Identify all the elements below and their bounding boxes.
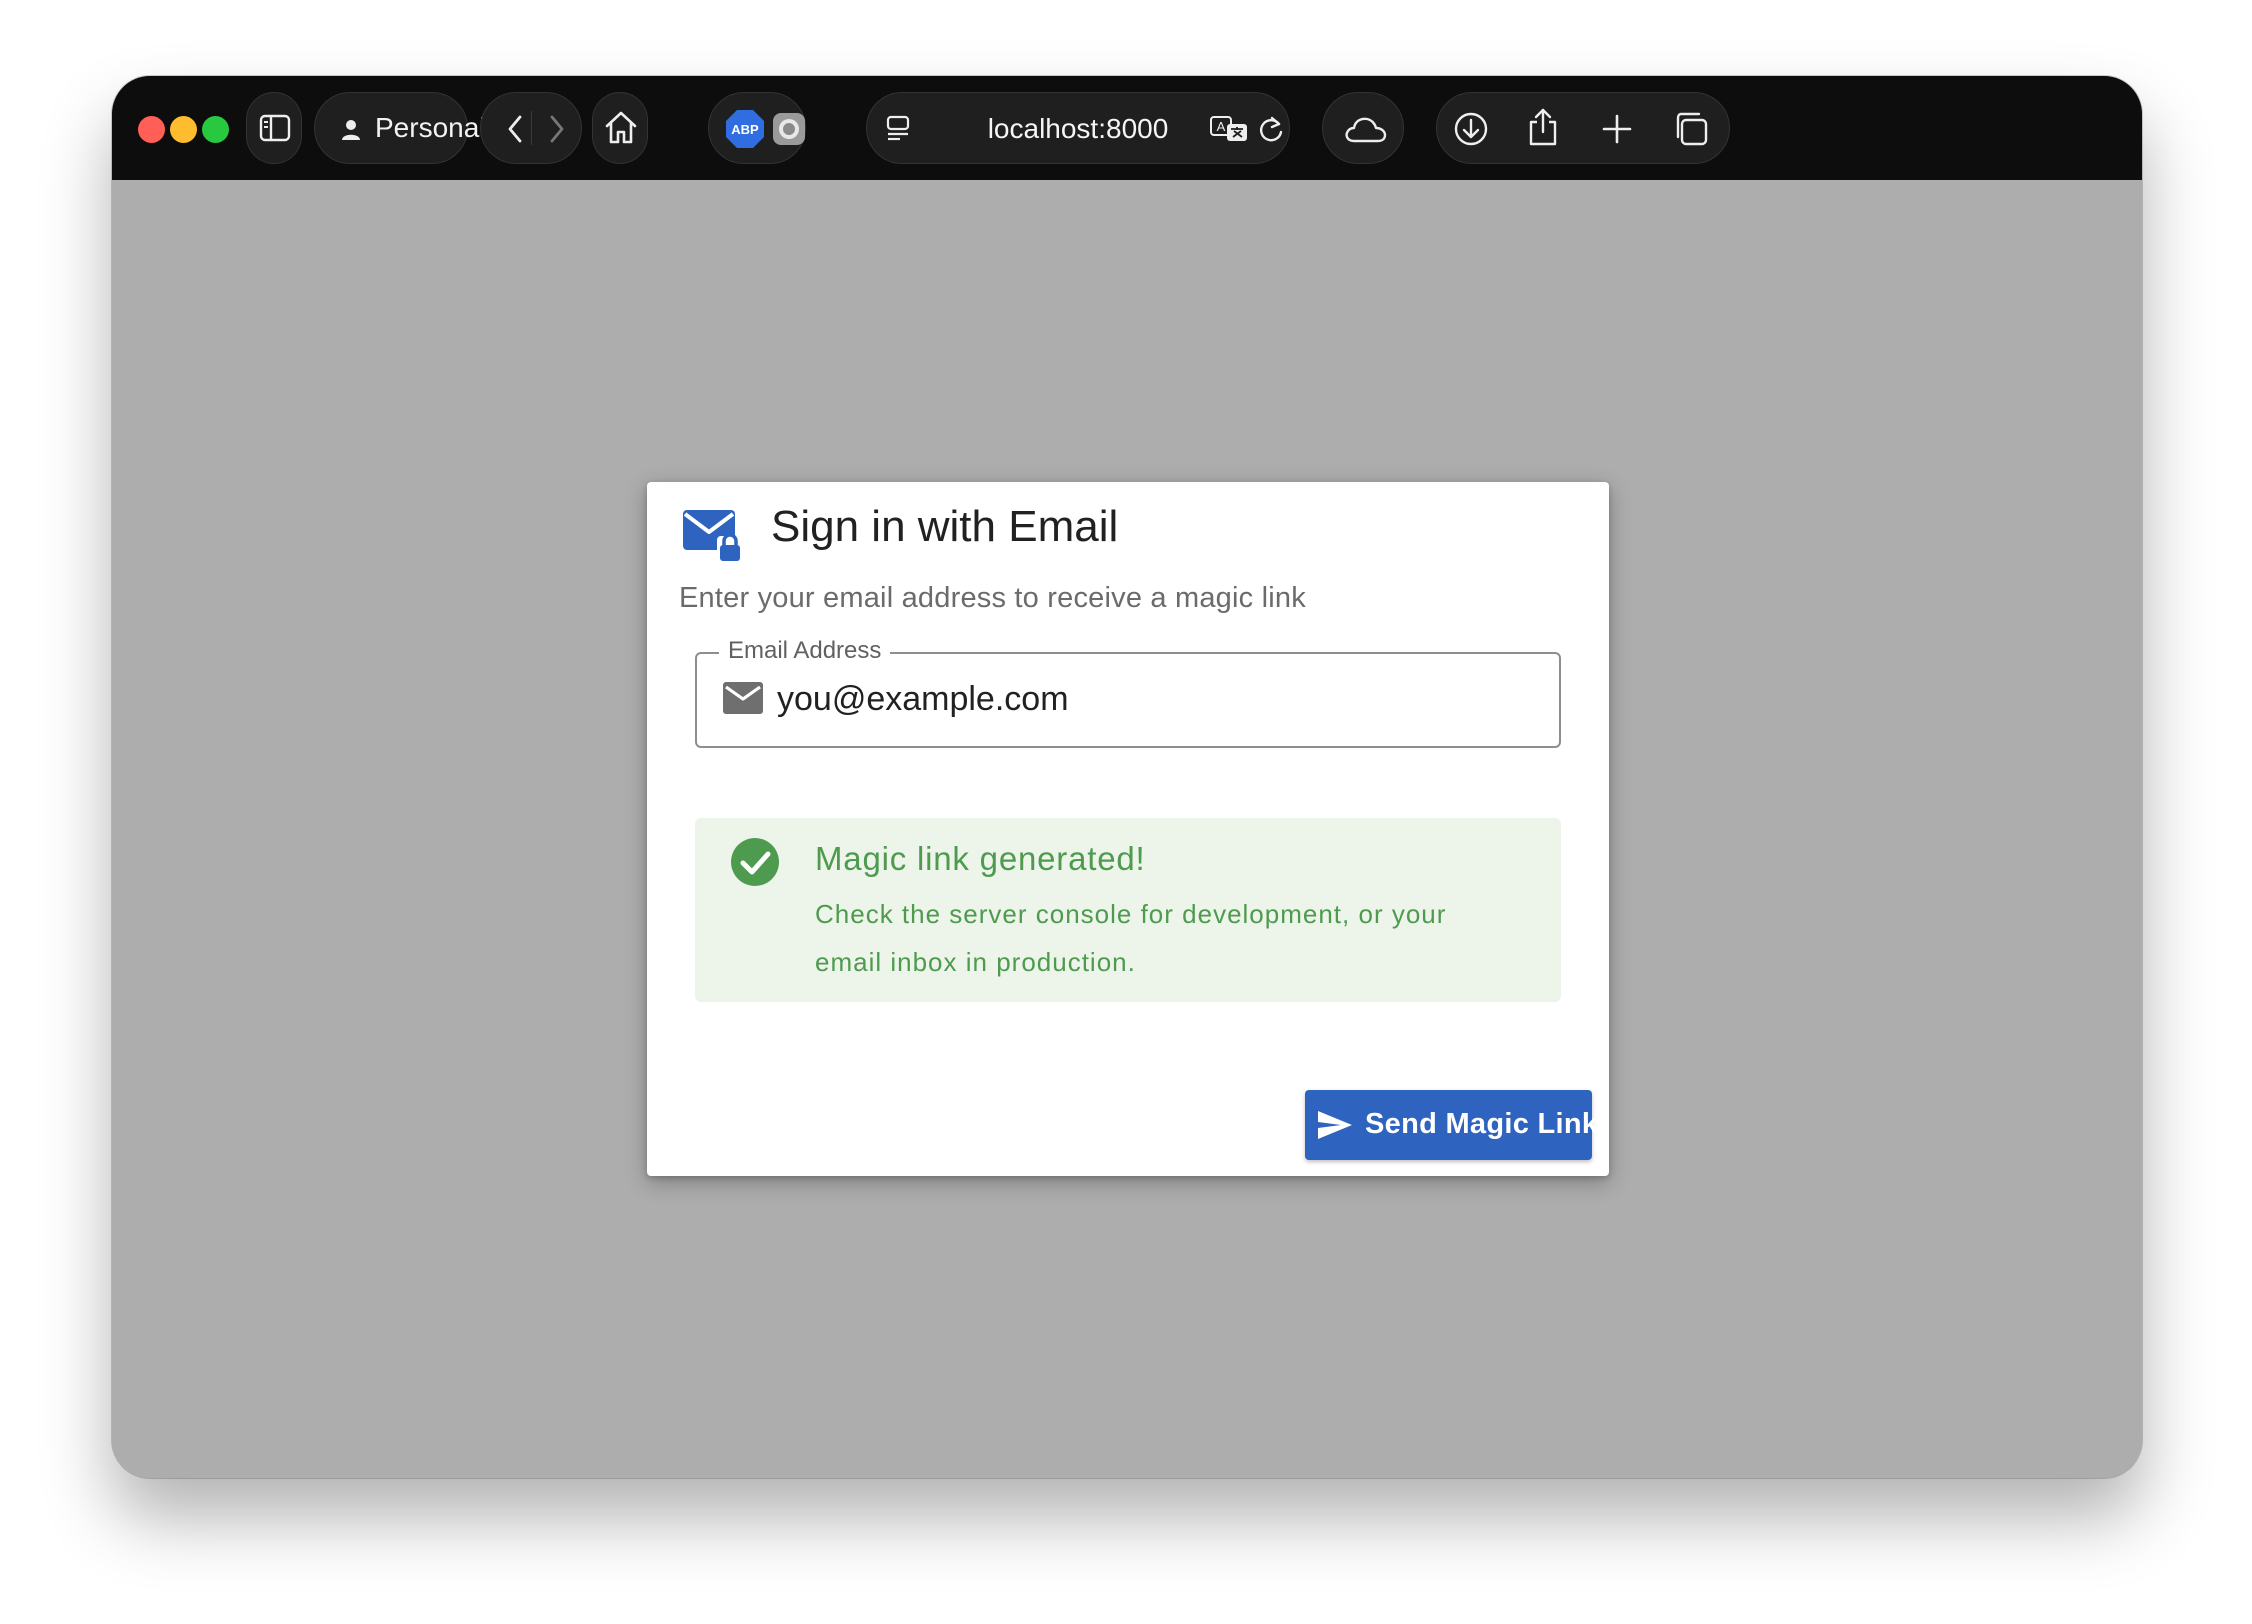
email-field-label: Email Address — [719, 637, 891, 665]
svg-text:A: A — [1217, 119, 1226, 134]
icloud-tabs-button[interactable] — [1322, 92, 1404, 164]
extensions-group: ABP — [708, 92, 806, 164]
check-circle-icon — [731, 838, 779, 886]
forward-icon[interactable] — [549, 115, 565, 143]
new-tab-icon[interactable] — [1601, 113, 1633, 145]
cloud-icon — [1345, 117, 1387, 143]
nav-divider — [531, 111, 532, 145]
translate-icon[interactable]: A — [1209, 115, 1249, 143]
address-bar[interactable]: localhost:8000 A — [866, 92, 1290, 164]
sidebar-icon — [259, 114, 291, 142]
back-icon[interactable] — [507, 115, 523, 143]
navigation-group — [480, 92, 582, 164]
send-button-label: Send Magic Link — [1365, 1108, 1599, 1140]
right-actions-group — [1436, 92, 1730, 164]
signin-title: Sign in with Email — [771, 502, 1119, 551]
signin-subtitle: Enter your email address to receive a ma… — [679, 582, 1306, 614]
send-magic-link-button[interactable]: Send Magic Link — [1305, 1090, 1598, 1160]
minimize-window-button[interactable] — [170, 116, 197, 143]
email-input[interactable] — [777, 674, 1537, 724]
browser-toolbar: Personal ABP localhost:8000 A — [112, 76, 2142, 180]
mail-icon — [723, 682, 763, 714]
extension-icon[interactable] — [771, 111, 807, 147]
alert-message: Check the server console for development… — [815, 899, 1447, 977]
alert-title: Magic link generated! — [815, 840, 1146, 877]
signin-card: Sign in with Email Enter your email addr… — [647, 482, 1609, 1176]
page-content: Sign in with Email Enter your email addr… — [112, 180, 2142, 1478]
profile-button[interactable]: Personal — [314, 92, 513, 164]
share-icon[interactable] — [1527, 107, 1559, 147]
home-button[interactable] — [592, 92, 648, 164]
person-icon — [342, 120, 360, 140]
profile-label: Personal — [375, 112, 486, 143]
send-icon — [1318, 1111, 1352, 1139]
success-alert: Magic link generated! Check the server c… — [695, 818, 1561, 1002]
sidebar-toggle-button[interactable] — [246, 92, 302, 164]
tabs-overview-icon[interactable] — [1673, 111, 1709, 147]
zoom-window-button[interactable] — [202, 116, 229, 143]
reload-icon[interactable] — [1257, 115, 1285, 145]
adblock-icon[interactable]: ABP — [725, 109, 765, 149]
download-icon[interactable] — [1453, 111, 1489, 147]
home-icon — [605, 111, 637, 144]
close-window-button[interactable] — [138, 116, 165, 143]
email-field[interactable]: Email Address — [695, 637, 1561, 748]
email-lock-icon — [683, 510, 743, 562]
browser-window: Personal ABP localhost:8000 A Sign in wi… — [112, 76, 2142, 1478]
adblock-label: ABP — [731, 122, 759, 137]
